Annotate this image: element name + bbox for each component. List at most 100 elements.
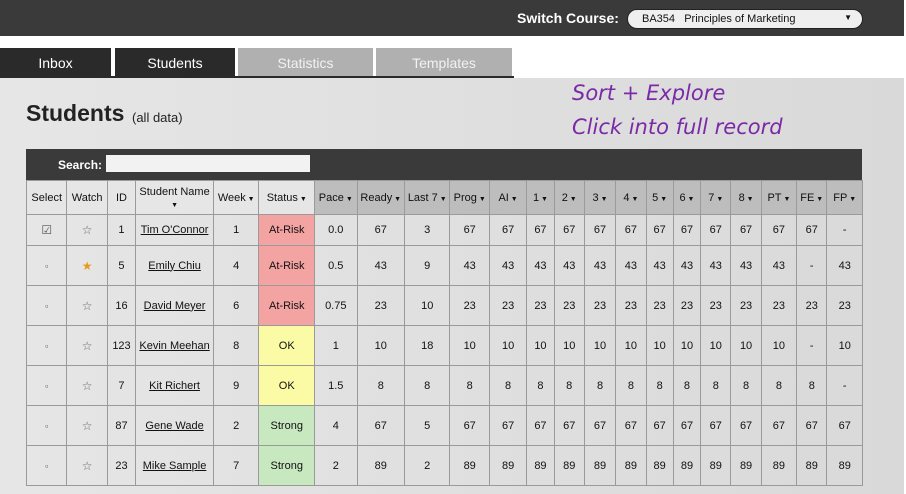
last7-cell: 3 bbox=[403, 214, 451, 246]
student-name-link[interactable]: Kevin Meehan bbox=[139, 340, 209, 352]
watch-cell[interactable]: ☆ bbox=[66, 445, 108, 486]
watch-cell[interactable]: ☆ bbox=[66, 285, 108, 326]
m6-cell: 67 bbox=[672, 214, 702, 246]
fe-cell: - bbox=[796, 245, 828, 286]
checkbox-icon[interactable]: ▫ bbox=[45, 341, 48, 351]
select-cell[interactable]: ▫ bbox=[25, 285, 68, 326]
checkbox-icon[interactable]: ▫ bbox=[45, 461, 48, 471]
table-row[interactable]: ▫ ☆ 23 Mike Sample 7 Strong 2 89 2 89 89 89 89 89 89 89… bbox=[25, 445, 863, 486]
prog-cell: 10 bbox=[449, 325, 490, 366]
tab-students[interactable]: Students bbox=[115, 48, 235, 78]
column-header-label: Ready bbox=[360, 191, 393, 204]
student-name-link[interactable]: Tim O'Connor bbox=[141, 224, 209, 236]
name-cell[interactable]: Gene Wade bbox=[135, 405, 214, 446]
column-header-week[interactable]: Week ▼ bbox=[212, 180, 260, 215]
column-header-fe[interactable]: FE ▼ bbox=[796, 180, 828, 215]
star-icon[interactable]: ☆ bbox=[82, 339, 93, 353]
column-header-watch: Watch bbox=[66, 180, 108, 215]
column-header-8[interactable]: 8 ▼ bbox=[730, 180, 762, 215]
student-name-link[interactable]: Kit Richert bbox=[149, 380, 200, 392]
column-header-7[interactable]: 7 ▼ bbox=[700, 180, 732, 215]
column-header-4[interactable]: 4 ▼ bbox=[615, 180, 647, 215]
name-cell[interactable]: Mike Sample bbox=[135, 445, 214, 486]
ai-cell: 8 bbox=[488, 365, 528, 406]
search-input[interactable] bbox=[106, 155, 310, 172]
table-row[interactable]: ▫ ☆ 123 Kevin Meehan 8 OK 1 10 18 10 10 10 10 10 10 10 1… bbox=[25, 325, 863, 366]
caret-down-icon: ▼ bbox=[598, 195, 608, 203]
course-select[interactable]: BA354 Principles of Marketing ▼ bbox=[627, 9, 863, 29]
checkbox-icon[interactable]: ▫ bbox=[45, 381, 48, 391]
column-header-ai[interactable]: AI ▼ bbox=[488, 180, 528, 215]
select-cell[interactable]: ▫ bbox=[25, 405, 68, 446]
column-header-1[interactable]: 1 ▼ bbox=[526, 180, 555, 215]
student-name-link[interactable]: Emily Chiu bbox=[148, 260, 201, 272]
tab-inbox[interactable]: Inbox bbox=[0, 48, 111, 78]
tab-templates[interactable]: Templates bbox=[376, 48, 512, 78]
checkbox-icon[interactable]: ▫ bbox=[45, 261, 48, 271]
checkbox-icon[interactable]: ▫ bbox=[45, 421, 48, 431]
column-header-2[interactable]: 2 ▼ bbox=[553, 180, 585, 215]
name-cell[interactable]: David Meyer bbox=[135, 285, 214, 326]
name-cell[interactable]: Kit Richert bbox=[135, 365, 214, 406]
select-cell[interactable]: ☑ bbox=[25, 214, 68, 246]
tab-statistics[interactable]: Statistics bbox=[238, 48, 373, 78]
table-row[interactable]: ☑ ☆ 1 Tim O'Connor 1 At-Risk 0.0 67 3 67 67 67 67 67 6… bbox=[25, 214, 863, 246]
star-icon[interactable]: ☆ bbox=[82, 299, 93, 313]
m7-cell: 43 bbox=[700, 245, 732, 286]
column-header-ready[interactable]: Ready ▼ bbox=[356, 180, 405, 215]
name-cell[interactable]: Emily Chiu bbox=[135, 245, 214, 286]
table-row[interactable]: ▫ ☆ 16 David Meyer 6 At-Risk 0.75 23 10 23 23 23 23 2… bbox=[25, 285, 863, 326]
column-header-student-name[interactable]: Student Name ▼ bbox=[135, 180, 214, 215]
week-cell: 2 bbox=[212, 405, 260, 446]
watch-cell[interactable]: ☆ bbox=[66, 214, 108, 246]
student-name-link[interactable]: Gene Wade bbox=[145, 420, 203, 432]
column-header-label: FP bbox=[833, 191, 848, 204]
star-icon[interactable]: ☆ bbox=[82, 223, 93, 237]
ready-cell: 67 bbox=[356, 405, 405, 446]
m3-cell: 8 bbox=[583, 365, 617, 406]
column-header-label: AI bbox=[498, 191, 509, 204]
checkbox-icon[interactable]: ▫ bbox=[45, 301, 48, 311]
select-cell[interactable]: ▫ bbox=[25, 445, 68, 486]
name-cell[interactable]: Kevin Meehan bbox=[135, 325, 214, 366]
watch-cell[interactable]: ☆ bbox=[66, 325, 108, 366]
select-cell[interactable]: ▫ bbox=[25, 245, 68, 286]
star-icon[interactable]: ☆ bbox=[82, 459, 93, 473]
student-name-link[interactable]: Mike Sample bbox=[143, 460, 207, 472]
column-header-prog[interactable]: Prog ▼ bbox=[449, 180, 490, 215]
checkbox-icon[interactable]: ☑ bbox=[41, 223, 52, 237]
ai-cell: 43 bbox=[488, 245, 528, 286]
table-row[interactable]: ▫ ★ 5 Emily Chiu 4 At-Risk 0.5 43 9 43 43 43 43 43 43 4… bbox=[25, 245, 863, 286]
table-header-row: Select Watch ID Student Name ▼ Week ▼ Status ▼… bbox=[25, 180, 863, 215]
prog-cell: 67 bbox=[449, 214, 490, 246]
pace-cell: 0.5 bbox=[314, 245, 358, 286]
caret-down-icon: ▼ bbox=[392, 195, 402, 203]
pt-cell: 23 bbox=[760, 285, 798, 326]
column-header-status[interactable]: Status ▼ bbox=[258, 180, 316, 215]
column-header-fp[interactable]: FP ▼ bbox=[826, 180, 863, 215]
column-header-6[interactable]: 6 ▼ bbox=[672, 180, 702, 215]
column-header-pt[interactable]: PT ▼ bbox=[760, 180, 798, 215]
select-cell[interactable]: ▫ bbox=[25, 365, 68, 406]
name-cell[interactable]: Tim O'Connor bbox=[135, 214, 214, 246]
table-row[interactable]: ▫ ☆ 7 Kit Richert 9 OK 1.5 8 8 8 8 8 8 8 8 8 8 8 8 8 8- bbox=[25, 365, 863, 406]
column-header-last-7[interactable]: Last 7 ▼ bbox=[403, 180, 451, 215]
star-icon[interactable]: ☆ bbox=[82, 419, 93, 433]
student-name-link[interactable]: David Meyer bbox=[144, 300, 206, 312]
watch-cell[interactable]: ★ bbox=[66, 245, 108, 286]
column-header-label: Student Name bbox=[139, 185, 210, 198]
column-header-3[interactable]: 3 ▼ bbox=[583, 180, 617, 215]
pt-cell: 67 bbox=[760, 405, 798, 446]
watch-cell[interactable]: ☆ bbox=[66, 365, 108, 406]
fp-cell: - bbox=[826, 214, 863, 246]
select-cell[interactable]: ▫ bbox=[25, 325, 68, 366]
column-header-5[interactable]: 5 ▼ bbox=[645, 180, 674, 215]
prog-cell: 89 bbox=[449, 445, 490, 486]
star-icon[interactable]: ☆ bbox=[82, 379, 93, 393]
watch-cell[interactable]: ☆ bbox=[66, 405, 108, 446]
column-header-label: Week bbox=[217, 191, 246, 204]
m8-cell: 8 bbox=[730, 365, 762, 406]
star-icon[interactable]: ★ bbox=[82, 259, 93, 273]
column-header-pace[interactable]: Pace ▼ bbox=[314, 180, 358, 215]
table-row[interactable]: ▫ ☆ 87 Gene Wade 2 Strong 4 67 5 67 67 67 67 67 67 67 67… bbox=[25, 405, 863, 446]
